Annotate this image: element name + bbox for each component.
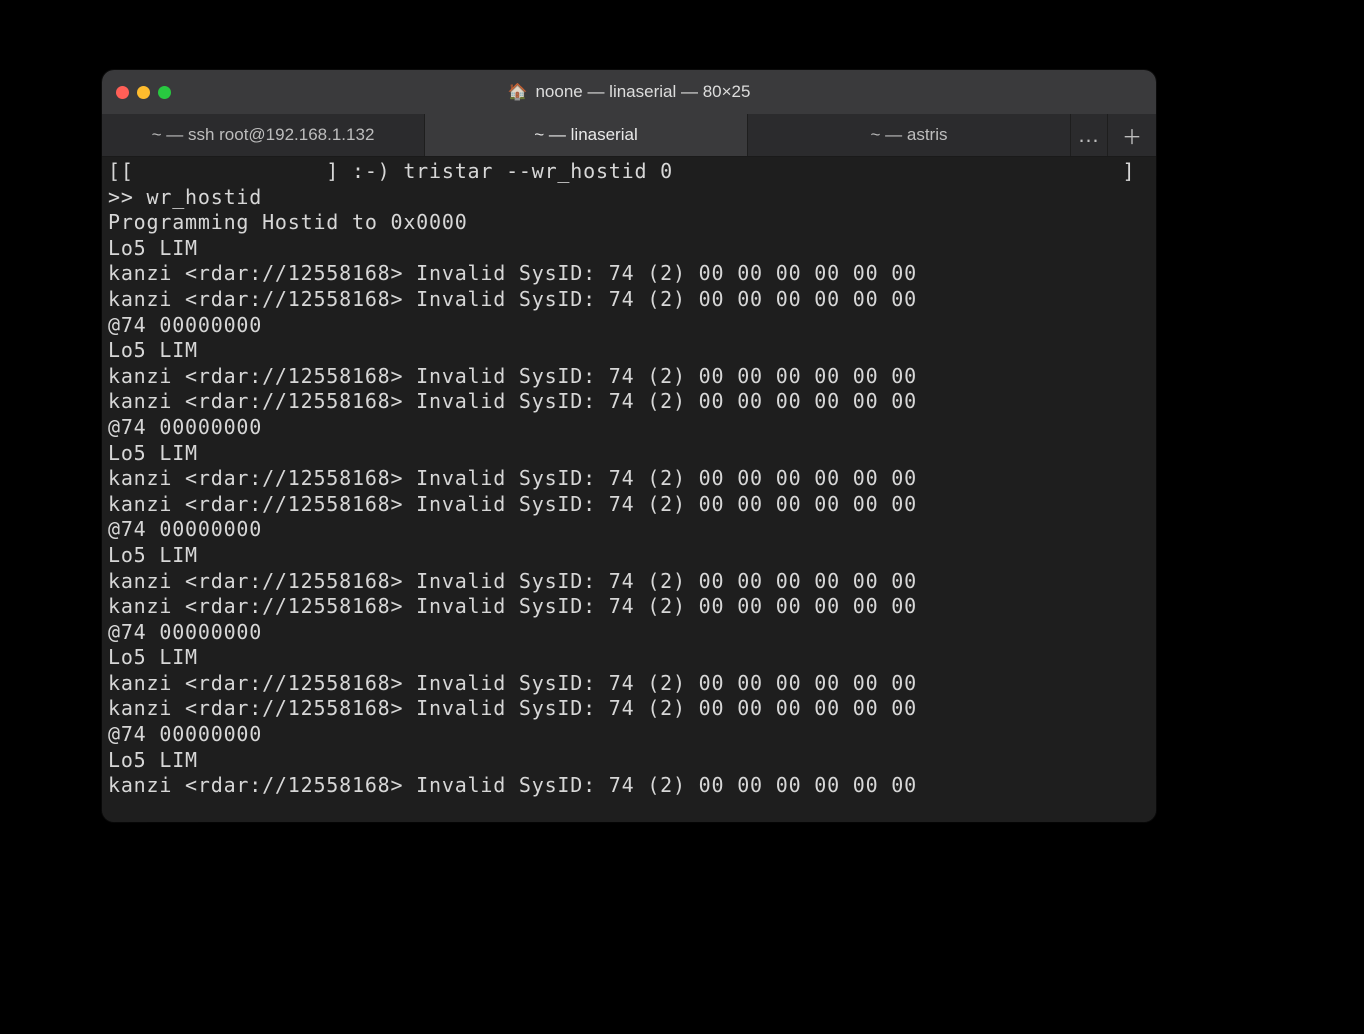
terminal-window: 🏠 noone — linaserial — 80×25 ~ — ssh roo… (102, 70, 1156, 822)
terminal-line: Lo5 LIM (108, 236, 1150, 262)
tabbar: ~ — ssh root@192.168.1.132 ~ — linaseria… (102, 114, 1156, 157)
terminal-line: kanzi <rdar://12558168> Invalid SysID: 7… (108, 287, 1150, 313)
terminal-line: kanzi <rdar://12558168> Invalid SysID: 7… (108, 466, 1150, 492)
close-button[interactable] (116, 86, 129, 99)
tabs-overflow-button[interactable]: … (1070, 114, 1107, 156)
ellipsis-icon: … (1078, 122, 1101, 148)
plus-icon: ＋ (1122, 121, 1142, 150)
window-title-text: noone — linaserial — 80×25 (535, 82, 750, 102)
terminal-line: @74 00000000 (108, 313, 1150, 339)
terminal-line: @74 00000000 (108, 415, 1150, 441)
terminal-line: @74 00000000 (108, 620, 1150, 646)
zoom-button[interactable] (158, 86, 171, 99)
terminal-line: kanzi <rdar://12558168> Invalid SysID: 7… (108, 696, 1150, 722)
terminal-output[interactable]: [[ ] :-) tristar --wr_hostid 0 ]>> wr_ho… (102, 157, 1156, 822)
minimize-button[interactable] (137, 86, 150, 99)
terminal-line: Lo5 LIM (108, 441, 1150, 467)
terminal-line: [[ ] :-) tristar --wr_hostid 0 ] (108, 159, 1150, 185)
new-tab-button[interactable]: ＋ (1107, 114, 1156, 156)
terminal-line: kanzi <rdar://12558168> Invalid SysID: 7… (108, 773, 1150, 799)
tab-ssh[interactable]: ~ — ssh root@192.168.1.132 (102, 114, 425, 156)
terminal-line: kanzi <rdar://12558168> Invalid SysID: 7… (108, 364, 1150, 390)
terminal-line: kanzi <rdar://12558168> Invalid SysID: 7… (108, 389, 1150, 415)
terminal-line: Lo5 LIM (108, 338, 1150, 364)
terminal-line: kanzi <rdar://12558168> Invalid SysID: 7… (108, 261, 1150, 287)
traffic-lights (116, 86, 171, 99)
terminal-line: @74 00000000 (108, 722, 1150, 748)
terminal-line: Lo5 LIM (108, 748, 1150, 774)
terminal-line: Lo5 LIM (108, 645, 1150, 671)
terminal-line: kanzi <rdar://12558168> Invalid SysID: 7… (108, 594, 1150, 620)
terminal-line: kanzi <rdar://12558168> Invalid SysID: 7… (108, 492, 1150, 518)
tab-label: ~ — ssh root@192.168.1.132 (152, 125, 375, 145)
terminal-line: Lo5 LIM (108, 543, 1150, 569)
terminal-line: >> wr_hostid (108, 185, 1150, 211)
terminal-line: @74 00000000 (108, 517, 1150, 543)
tab-label: ~ — linaserial (534, 125, 637, 145)
terminal-line: Programming Hostid to 0x0000 (108, 210, 1150, 236)
titlebar[interactable]: 🏠 noone — linaserial — 80×25 (102, 70, 1156, 114)
tab-label: ~ — astris (871, 125, 948, 145)
terminal-line: kanzi <rdar://12558168> Invalid SysID: 7… (108, 671, 1150, 697)
tab-astris[interactable]: ~ — astris (748, 114, 1070, 156)
window-title: 🏠 noone — linaserial — 80×25 (102, 82, 1156, 102)
terminal-line: kanzi <rdar://12558168> Invalid SysID: 7… (108, 569, 1150, 595)
tab-linaserial[interactable]: ~ — linaserial (425, 114, 748, 156)
home-icon: 🏠 (508, 82, 528, 102)
